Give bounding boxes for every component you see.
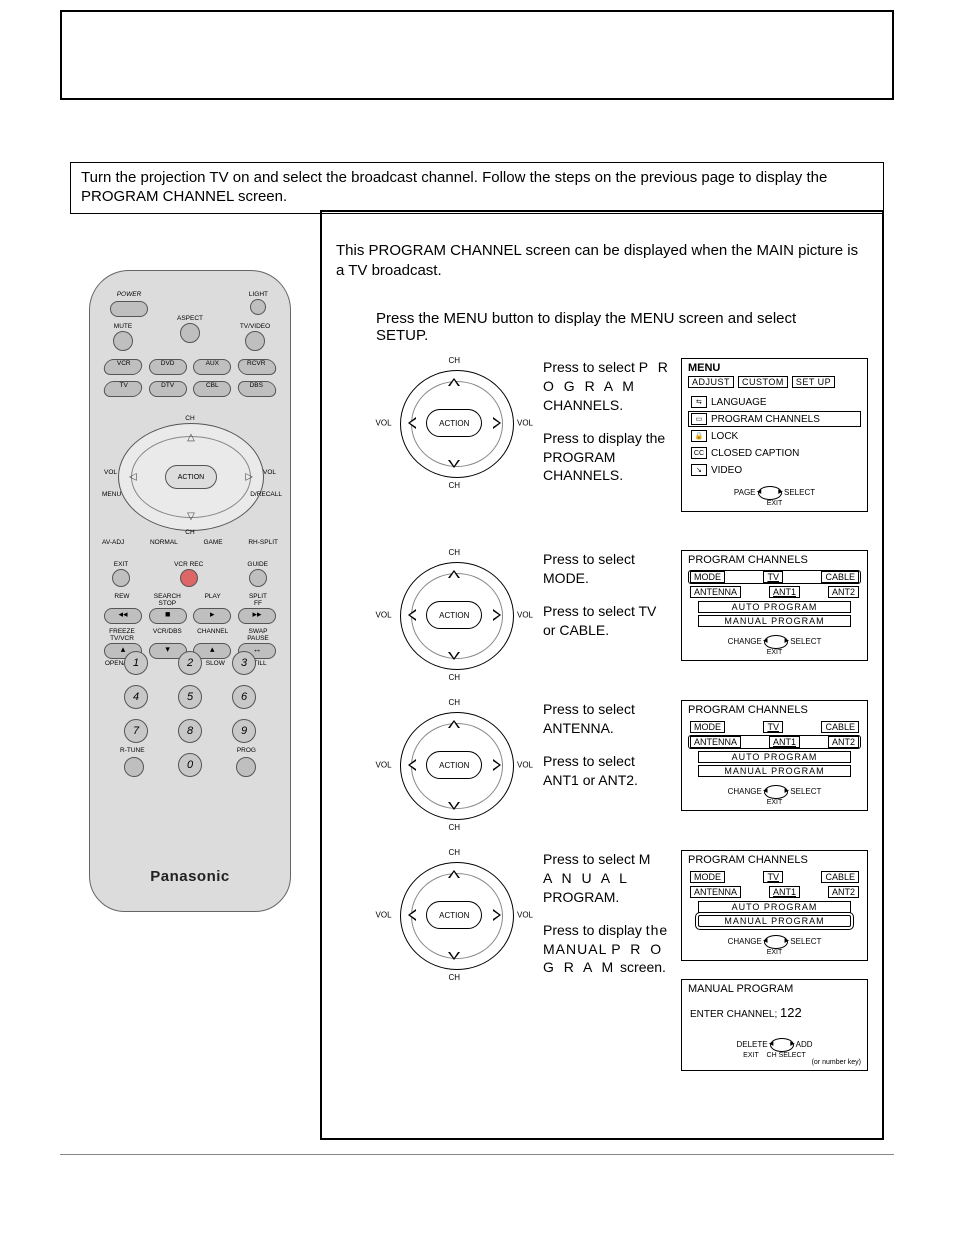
stop-button[interactable]: ■ (149, 608, 187, 624)
up-arrow[interactable]: △ (187, 432, 195, 443)
num-0[interactable]: 0 (178, 753, 202, 777)
tvvideo-button[interactable] (245, 331, 265, 351)
cbl-button[interactable]: CBL (193, 381, 231, 397)
nav-pad-icon (764, 785, 788, 799)
ff-button[interactable]: ▸▸ (238, 608, 276, 624)
num-4[interactable]: 4 (124, 685, 148, 709)
right-arrow[interactable]: ▷ (245, 472, 253, 483)
play-button[interactable]: ▸ (193, 608, 231, 624)
frame-paragraph: This PROGRAM CHANNEL screen can be displ… (336, 241, 868, 280)
guide-button[interactable] (249, 569, 267, 587)
rec-button[interactable] (180, 569, 198, 587)
nav-pad-icon (764, 635, 788, 649)
step-3-b: Press to select ANT1 or ANT2. (543, 752, 671, 790)
num-2[interactable]: 2 (178, 651, 202, 675)
left-arrow[interactable]: ◁ (129, 472, 137, 483)
intro-text: Turn the projection TV on and select the… (81, 169, 827, 205)
num-1[interactable]: 1 (124, 651, 148, 675)
exit-button[interactable] (112, 569, 130, 587)
osd-pc-mode: PROGRAM CHANNELS MODETVCABLE ANTENNAANT1… (681, 550, 868, 661)
osd-pc-antenna: PROGRAM CHANNELS MODETVCABLE ANTENNAANT1… (681, 700, 868, 811)
num-5[interactable]: 5 (178, 685, 202, 709)
step-4-a: Press to select M A N U A L PROGRAM. (543, 850, 671, 907)
brand-logo: Panasonic (90, 868, 290, 885)
main-frame: This PROGRAM CHANNEL screen can be displ… (320, 210, 884, 1140)
mute-button[interactable] (113, 331, 133, 351)
number-pad: 1 2 3 4 5 6 7 8 9 R-TUNE 0 (124, 651, 256, 787)
dpad-ring[interactable]: △ ▽ ◁ ▷ ACTION (118, 423, 264, 531)
setup-instruction: Press the MENU button to display the MEN… (376, 310, 852, 344)
video-icon: ↘ (691, 464, 707, 476)
dbs-button[interactable]: DBS (236, 381, 277, 397)
osd-manual-program: MANUAL PROGRAM ENTER CHANNEL; 122 DELETE… (681, 979, 868, 1071)
language-icon: ⇆ (691, 396, 707, 408)
dpad-diagram: CH CH VOL VOL ACTION (376, 550, 533, 680)
vcr-button[interactable]: VCR (102, 359, 143, 375)
down-arrow[interactable]: ▽ (187, 511, 195, 522)
rew-button[interactable]: ◂◂ (104, 608, 142, 624)
osd-menu: MENU ADJUST CUSTOM SET UP ⇆LANGUAGE ▭PRO… (681, 358, 868, 512)
num-7[interactable]: 7 (124, 719, 148, 743)
step-2-b: Press to select TV or CABLE. (543, 602, 671, 640)
osd-pc-manual: PROGRAM CHANNELS MODETVCABLE ANTENNAANT1… (681, 850, 868, 961)
program-icon: ▭ (691, 413, 707, 425)
dpad-diagram: CH CH VOL VOL ACTION (376, 700, 533, 830)
num-8[interactable]: 8 (178, 719, 202, 743)
intro-box: Turn the projection TV on and select the… (70, 162, 884, 214)
num-9[interactable]: 9 (232, 719, 256, 743)
num-6[interactable]: 6 (232, 685, 256, 709)
light-button[interactable] (250, 299, 266, 315)
dtv-button[interactable]: DTV (149, 381, 187, 397)
rcvr-button[interactable]: RCVR (236, 359, 277, 375)
footer-rule (60, 1154, 894, 1155)
step-2-a: Press to select MODE. (543, 550, 671, 588)
remote-illustration: POWER LIGHT ASPECT MUTE TV/VIDEO VC (80, 270, 300, 912)
nav-pad-icon (758, 486, 782, 500)
dpad-diagram: CH CH VOL VOL ACTION (376, 850, 533, 980)
step-3-a: Press to select ANTENNA. (543, 700, 671, 738)
dpad-diagram: CH CH VOL VOL ACTION (376, 358, 533, 488)
power-button[interactable] (110, 301, 148, 317)
step-1-b: Press to display the PROGRAM CHANNELS. (543, 429, 671, 486)
dvd-button[interactable]: DVD (149, 359, 187, 375)
lock-icon: 🔒 (691, 430, 707, 442)
nav-pad-icon (770, 1038, 794, 1052)
cc-icon: CC (691, 447, 707, 459)
step-4-b: Press to display the MANUAL P R O G R A … (543, 921, 671, 978)
header-black-box (60, 10, 894, 100)
rtune-button[interactable] (124, 757, 144, 777)
aspect-button[interactable] (180, 323, 200, 343)
num-3[interactable]: 3 (232, 651, 256, 675)
aux-button[interactable]: AUX (193, 359, 231, 375)
nav-pad-icon (764, 935, 788, 949)
tv-button[interactable]: TV (102, 381, 143, 397)
action-button[interactable]: ACTION (165, 465, 217, 489)
step-1-a: Press to select P R O G R A M CHANNELS. (543, 358, 671, 415)
prog-button[interactable] (236, 757, 256, 777)
